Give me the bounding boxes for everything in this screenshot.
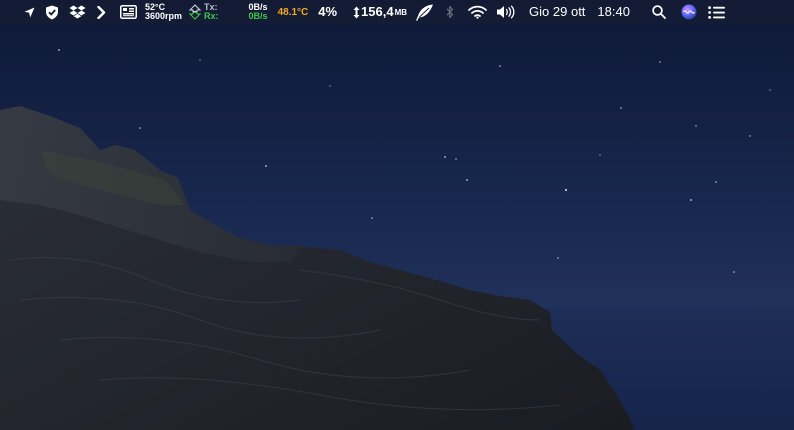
- spotlight-button[interactable]: [650, 0, 668, 24]
- location-arrow-icon: [24, 7, 34, 17]
- network-values: 0B/s 0B/s: [249, 3, 268, 21]
- cpu-temperature: 48.1°C: [277, 6, 309, 18]
- bluetooth-status-item[interactable]: [443, 0, 457, 24]
- up-down-arrow-icon: [353, 6, 360, 18]
- fan-rpm: 3600rpm: [145, 11, 183, 21]
- rx-value: 0B/s: [248, 11, 268, 21]
- memory-unit: MB: [394, 7, 408, 17]
- date-item[interactable]: Gio 29 ott: [529, 0, 585, 24]
- memory-value: 156,4: [361, 4, 394, 19]
- rx-label: Rx:: [204, 11, 219, 21]
- chevron-status-item[interactable]: [94, 0, 108, 24]
- feather-icon: [415, 4, 433, 21]
- network-arrows-icon: [188, 4, 202, 20]
- clock-item[interactable]: 18:40: [597, 0, 630, 24]
- hardware-monitor-icon: [120, 5, 137, 19]
- network-labels: Tx: Rx:: [204, 3, 219, 21]
- shield-check-icon: [46, 5, 58, 19]
- siri-button[interactable]: [680, 0, 698, 24]
- dropbox-icon: [69, 5, 85, 19]
- wifi-icon: [467, 5, 487, 19]
- volume-icon: [496, 5, 515, 19]
- cpu-usage: 4%: [318, 4, 338, 19]
- fan-stats: 52°C 3600rpm: [145, 3, 182, 21]
- notification-center-icon: [708, 5, 726, 19]
- bluetooth-icon: [446, 5, 454, 19]
- feather-status-item[interactable]: [413, 0, 435, 24]
- menu-time: 18:40: [597, 4, 630, 19]
- memory-item[interactable]: 156,4 MB: [353, 0, 407, 24]
- dropbox-status-item[interactable]: [68, 0, 86, 24]
- cpu-temp-item[interactable]: 48.1°C: [278, 0, 309, 24]
- chevron-right-icon: [96, 5, 105, 19]
- spotlight-search-icon: [652, 5, 666, 19]
- cpu-usage-item[interactable]: 4%: [318, 0, 337, 24]
- hardware-monitor-item[interactable]: 52°C 3600rpm: [120, 0, 182, 24]
- shield-status-item[interactable]: [44, 0, 60, 24]
- siri-icon: [681, 4, 697, 20]
- menu-bar: 52°C 3600rpm Tx: Rx: 0B/s 0B/s 48.1°C 4%: [0, 0, 794, 24]
- desktop: 52°C 3600rpm Tx: Rx: 0B/s 0B/s 48.1°C 4%: [0, 0, 794, 430]
- notification-center-button[interactable]: [708, 0, 726, 24]
- location-status-item[interactable]: [22, 0, 36, 24]
- menu-date: Gio 29 ott: [529, 4, 586, 19]
- network-monitor-item[interactable]: Tx: Rx: 0B/s 0B/s: [188, 0, 268, 24]
- volume-status-item[interactable]: [495, 0, 517, 24]
- desktop-wallpaper: [0, 0, 794, 430]
- wifi-status-item[interactable]: [467, 0, 487, 24]
